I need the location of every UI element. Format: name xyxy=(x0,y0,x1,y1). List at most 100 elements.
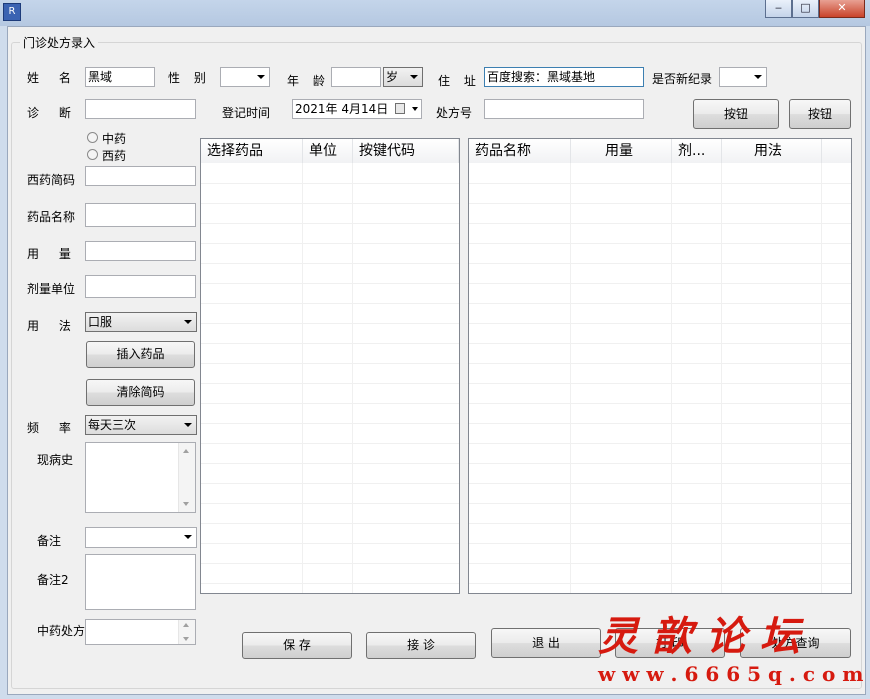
scroll-down-icon[interactable] xyxy=(183,502,189,506)
watermark-title: 灵 歆 论 坛 xyxy=(598,613,800,660)
reg-date-value: 2021年 4月14日 xyxy=(295,102,389,116)
exit-button[interactable]: 退 出 xyxy=(491,628,601,658)
grid-line xyxy=(201,503,459,504)
address-input[interactable]: 百度搜索：黑域基地 xyxy=(484,67,644,87)
usage-label: 用 法 xyxy=(27,319,71,333)
scroll-down-icon[interactable] xyxy=(183,637,189,641)
history-label: 现病史 xyxy=(37,453,74,467)
grid-line xyxy=(469,323,851,324)
grid-line xyxy=(201,343,459,344)
new-record-select[interactable] xyxy=(719,67,767,87)
calendar-icon[interactable] xyxy=(395,103,405,114)
chevron-down-icon xyxy=(184,320,192,324)
grid-line xyxy=(469,463,851,464)
western-code-input[interactable] xyxy=(85,166,196,186)
cm-rx-scrollbar[interactable] xyxy=(178,620,195,644)
chevron-down-icon xyxy=(184,423,192,427)
radio-western[interactable] xyxy=(87,149,98,160)
insert-drug-button[interactable]: 插入药品 xyxy=(86,341,195,368)
chevron-down-icon xyxy=(257,75,265,79)
top-button-2[interactable]: 按钮 xyxy=(789,99,851,129)
save-button[interactable]: 保 存 xyxy=(242,632,352,659)
column-header[interactable]: 药品名称 xyxy=(469,139,571,163)
grid-line xyxy=(201,203,459,204)
grid-line xyxy=(201,283,459,284)
drug-name-label: 药品名称 xyxy=(27,210,76,224)
radio-western-label: 西药 xyxy=(102,149,127,163)
remark2-textarea[interactable] xyxy=(85,554,196,610)
scroll-up-icon[interactable] xyxy=(183,623,189,627)
grid-line xyxy=(469,203,851,204)
rx-no-label: 处方号 xyxy=(436,106,473,120)
grid-line xyxy=(469,443,851,444)
dosage-input[interactable] xyxy=(85,241,196,261)
name-label: 姓 名 xyxy=(27,71,71,85)
reg-date-picker[interactable]: 2021年 4月14日 xyxy=(292,99,422,119)
grid-line xyxy=(201,463,459,464)
grid-line xyxy=(469,483,851,484)
remark2-label: 备注2 xyxy=(37,573,69,587)
dose-unit-input[interactable] xyxy=(85,275,196,298)
cm-rx-label: 中药处方 xyxy=(37,624,86,638)
column-header[interactable]: 按键代码 xyxy=(353,139,459,163)
grid-line xyxy=(201,183,459,184)
dose-unit-label: 剂量单位 xyxy=(27,282,76,296)
gender-select[interactable] xyxy=(220,67,270,87)
frequency-select[interactable]: 每天三次 xyxy=(85,415,197,435)
reg-time-label: 登记时间 xyxy=(222,106,271,120)
diagnosis-input[interactable] xyxy=(85,99,196,119)
grid-line xyxy=(469,223,851,224)
drug-name-input[interactable] xyxy=(85,203,196,227)
history-scrollbar[interactable] xyxy=(178,443,195,512)
grid-line xyxy=(469,343,851,344)
cm-rx-input[interactable] xyxy=(85,619,196,645)
receive-button[interactable]: 接 诊 xyxy=(366,632,476,659)
clear-code-button[interactable]: 清除简码 xyxy=(86,379,195,406)
grid-line xyxy=(201,323,459,324)
remark-select[interactable] xyxy=(85,527,197,548)
grid-line xyxy=(201,243,459,244)
grid-line xyxy=(469,523,851,524)
grid-line xyxy=(201,423,459,424)
minimize-button[interactable]: ‒ xyxy=(765,0,792,18)
address-label: 住 址 xyxy=(438,74,476,88)
radio-chinese[interactable] xyxy=(87,132,98,143)
grid-line xyxy=(469,403,851,404)
usage-select[interactable]: 口服 xyxy=(85,312,197,332)
grid-line xyxy=(469,563,851,564)
grid-line xyxy=(201,483,459,484)
top-button-1[interactable]: 按钮 xyxy=(693,99,779,129)
age-label: 年 龄 xyxy=(287,74,325,88)
column-header[interactable]: 单位 xyxy=(303,139,353,163)
frequency-label: 频 率 xyxy=(27,421,71,435)
age-input[interactable] xyxy=(331,67,381,87)
grid-line xyxy=(469,183,851,184)
column-header-filler xyxy=(822,139,851,163)
close-button[interactable]: ✕ xyxy=(819,0,865,18)
column-header[interactable]: 选择药品 xyxy=(201,139,303,163)
grid-line xyxy=(201,363,459,364)
column-header[interactable]: 剂... xyxy=(672,139,722,163)
scroll-up-icon[interactable] xyxy=(183,449,189,453)
grid-line xyxy=(469,583,851,584)
column-header[interactable]: 用量 xyxy=(571,139,672,163)
grid-line xyxy=(201,563,459,564)
rx-no-input[interactable] xyxy=(484,99,644,119)
title-bar xyxy=(0,0,870,26)
history-textarea[interactable] xyxy=(85,442,196,513)
gender-label: 性 别 xyxy=(168,71,206,85)
column-header[interactable]: 用法 xyxy=(722,139,822,163)
maximize-button[interactable]: □ xyxy=(792,0,819,18)
grid-line xyxy=(201,223,459,224)
app-icon: R xyxy=(3,3,21,21)
grid-line xyxy=(469,543,851,544)
dosage-label: 用 量 xyxy=(27,247,71,261)
prescription-list[interactable]: 药品名称 用量 剂... 用法 xyxy=(468,138,852,594)
chevron-down-icon xyxy=(184,535,192,539)
grid-line xyxy=(201,263,459,264)
age-unit-select[interactable]: 岁 xyxy=(383,67,423,87)
name-input[interactable]: 黑域 xyxy=(85,67,155,87)
grid-line xyxy=(201,383,459,384)
drug-select-list[interactable]: 选择药品 单位 按键代码 xyxy=(200,138,460,594)
new-record-label: 是否新纪录 xyxy=(652,72,713,86)
